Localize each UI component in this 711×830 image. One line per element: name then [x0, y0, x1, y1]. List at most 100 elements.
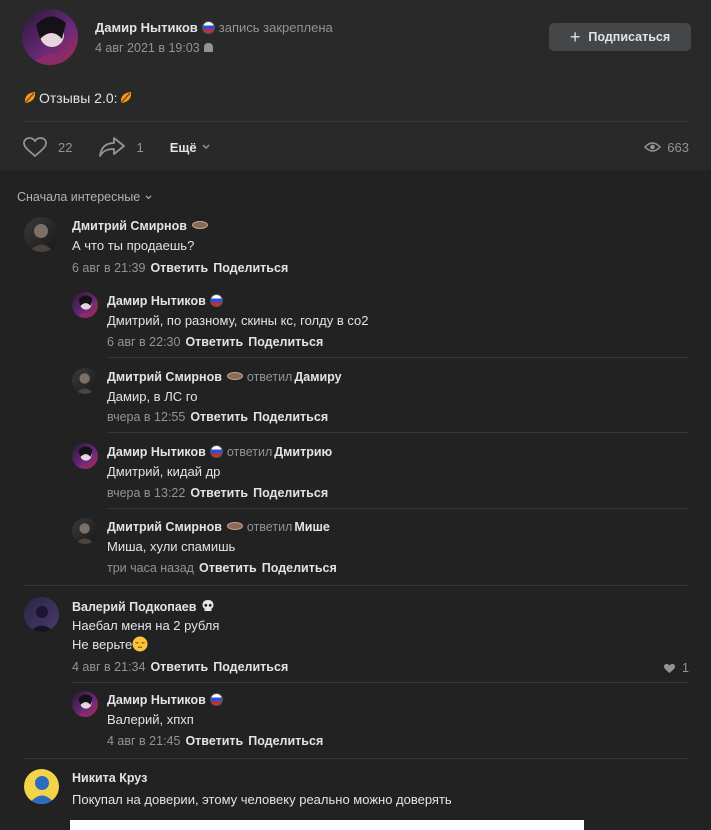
commenter-name[interactable]: Дмитрий Смирнов ответил Дамиру	[107, 370, 342, 384]
comment-text: А что ты продаешь?	[72, 238, 195, 253]
post-date: 4 авг 2021 в 19:03	[95, 41, 213, 55]
post-text: Отзывы 2.0:	[22, 89, 135, 106]
divider	[22, 121, 689, 122]
comment-text: Дмитрий, по разному, скины кс, голду в с…	[107, 313, 369, 328]
comment-date[interactable]: 4 авг в 21:45	[107, 734, 180, 748]
divider	[24, 758, 689, 759]
commenter-avatar[interactable]	[72, 691, 98, 717]
commenter-name-text[interactable]: Дмитрий Смирнов	[107, 520, 222, 534]
comment-meta: 6 авг в 22:30 Ответить Поделиться	[107, 335, 323, 349]
share-count: 1	[136, 139, 144, 155]
like-button[interactable]: 22	[22, 136, 72, 158]
commenter-name-text[interactable]: Дамир Нытиков	[107, 294, 206, 308]
reply-target[interactable]: Дамиру	[294, 370, 341, 384]
comment-text-line2: Не верьте	[72, 635, 148, 655]
comment-date[interactable]: 4 авг в 21:34	[72, 660, 145, 674]
commenter-name-text[interactable]: Валерий Подкопаев	[72, 600, 196, 614]
emoji-icon	[191, 221, 208, 229]
comment-text: Валерий, хпхп	[107, 712, 194, 727]
share-link[interactable]: Поделиться	[253, 486, 328, 500]
commenter-name-text[interactable]: Дмитрий Смирнов	[107, 370, 222, 384]
more-button[interactable]: Ещё	[170, 140, 211, 155]
share-button[interactable]: 1	[98, 136, 144, 158]
commenter-name[interactable]: Дмитрий Смирнов ответил Мише	[107, 520, 330, 534]
reply-link[interactable]: Ответить	[190, 486, 248, 500]
comment-reply: Дмитрий Смирнов ответил Мише Миша, хули сп…	[72, 518, 689, 575]
emoji-icon	[226, 372, 243, 380]
commenter-avatar[interactable]	[24, 597, 59, 632]
commenter-avatar[interactable]	[24, 769, 59, 804]
commenter-name-text[interactable]: Дамир Нытиков	[107, 693, 206, 707]
chevron-down-icon	[202, 144, 210, 149]
commenter-name[interactable]: Валерий Подкопаев	[72, 599, 215, 614]
share-link[interactable]: Поделиться	[253, 410, 328, 424]
commenter-name[interactable]: Дмитрий Смирнов	[72, 219, 208, 233]
share-link[interactable]: Поделиться	[262, 561, 337, 575]
comment-date[interactable]: вчера в 12:55	[107, 410, 185, 424]
comment-text: Миша, хули спамишь	[107, 539, 236, 554]
comment-meta: 6 авг в 21:39 Ответить Поделиться	[72, 261, 288, 275]
commenter-name-text[interactable]: Дамир Нытиков	[107, 445, 206, 459]
comment-reply: Дамир Нытиков ответил Дмитрию Дмитрий, кид…	[72, 443, 689, 500]
chevron-down-icon	[145, 194, 152, 199]
post-author[interactable]: Дамир Нытиков запись закреплена	[95, 20, 333, 35]
comment-meta: вчера в 13:22 Ответить Поделиться	[107, 486, 328, 500]
sort-dropdown[interactable]: Сначала интересные	[17, 190, 153, 204]
comment-like-button[interactable]: 1	[663, 661, 689, 675]
comment-date[interactable]: 6 авг в 22:30	[107, 335, 180, 349]
commenter-name-text[interactable]: Дмитрий Смирнов	[72, 219, 187, 233]
share-link[interactable]: Поделиться	[213, 660, 288, 674]
sort-label: Сначала интересные	[17, 190, 141, 204]
comment-like-count: 1	[682, 661, 689, 675]
commenter-avatar[interactable]	[72, 443, 98, 469]
android-icon	[203, 43, 213, 52]
leaf-icon	[120, 92, 131, 104]
replied-label: ответил	[226, 445, 273, 459]
russia-flag-icon	[209, 693, 223, 706]
comment-reply: Дамир Нытиков Валерий, хпхп 4 авг в 21:4…	[72, 691, 689, 748]
post-text-content: Отзывы 2.0:	[39, 89, 118, 106]
commenter-avatar[interactable]	[72, 368, 98, 394]
comment-meta: 4 авг в 21:45 Ответить Поделиться	[107, 734, 323, 748]
commenter-avatar[interactable]	[72, 518, 98, 544]
reply-link[interactable]: Ответить	[185, 335, 243, 349]
comment-date[interactable]: вчера в 13:22	[107, 486, 185, 500]
comment-meta: три часа назад Ответить Поделиться	[107, 561, 337, 575]
commenter-avatar[interactable]	[24, 217, 59, 252]
comment-meta: вчера в 12:55 Ответить Поделиться	[107, 410, 328, 424]
subscribe-button[interactable]: + Подписаться	[549, 23, 691, 51]
share-link[interactable]: Поделиться	[248, 734, 323, 748]
more-label: Ещё	[169, 139, 197, 155]
author-name[interactable]: Дамир Нытиков	[95, 20, 198, 35]
comment: Никита Круз Покупал на доверии, этому че…	[24, 769, 689, 819]
share-link[interactable]: Поделиться	[248, 335, 323, 349]
share-link[interactable]: Поделиться	[213, 261, 288, 275]
divider	[24, 585, 689, 586]
views: 663	[644, 140, 689, 155]
post-date-text[interactable]: 4 авг 2021 в 19:03	[95, 41, 200, 55]
attachment-image[interactable]	[70, 820, 584, 830]
reply-link[interactable]: Ответить	[199, 561, 257, 575]
reply-link[interactable]: Ответить	[190, 410, 248, 424]
comment: Валерий Подкопаев Наебал меня на 2 рубля…	[24, 597, 689, 675]
commenter-name[interactable]: Дамир Нытиков	[107, 693, 223, 707]
reply-target[interactable]: Дмитрию	[274, 445, 332, 459]
reply-link[interactable]: Ответить	[150, 660, 208, 674]
reply-link[interactable]: Ответить	[150, 261, 208, 275]
replied-label: ответил	[246, 370, 293, 384]
reply-target[interactable]: Мише	[294, 520, 329, 534]
pensive-emoji-icon	[132, 636, 148, 652]
reply-link[interactable]: Ответить	[185, 734, 243, 748]
russia-flag-icon	[209, 294, 223, 307]
commenter-name-text[interactable]: Никита Круз	[72, 771, 147, 785]
comment-date[interactable]: 6 авг в 21:39	[72, 261, 145, 275]
russia-flag-icon	[209, 445, 223, 458]
commenter-avatar[interactable]	[72, 292, 98, 318]
author-avatar[interactable]	[22, 9, 78, 65]
commenter-name[interactable]: Дамир Нытиков ответил Дмитрию	[107, 445, 332, 459]
views-count: 663	[667, 139, 689, 155]
comment-date[interactable]: три часа назад	[107, 561, 194, 575]
commenter-name[interactable]: Дамир Нытиков	[107, 294, 223, 308]
commenter-name[interactable]: Никита Круз	[72, 771, 147, 785]
heart-icon	[23, 137, 47, 158]
